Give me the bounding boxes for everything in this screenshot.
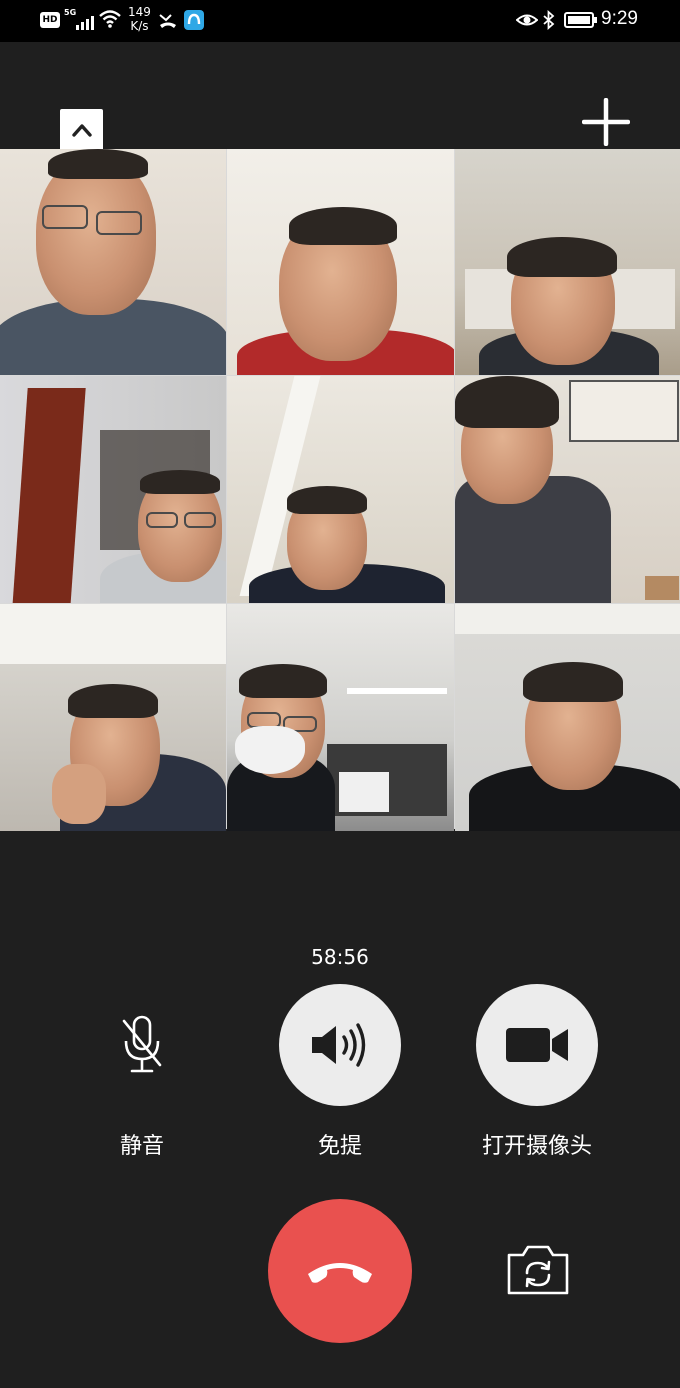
speaker-button[interactable]: 免提 (278, 984, 402, 1160)
participant-video-5[interactable] (227, 376, 454, 603)
net-speed: 149 K/s (128, 5, 151, 33)
participant-video-1[interactable] (0, 149, 226, 375)
signal-icon: 5G (64, 8, 98, 32)
video-grid (0, 149, 680, 831)
status-bar: HD 5G 149 K/s 9:29 (0, 0, 680, 42)
mute-button-icon-area[interactable] (81, 984, 203, 1106)
hangup-icon (308, 1263, 372, 1283)
participant-video-8[interactable] (227, 604, 454, 831)
camera-button[interactable]: 打开摄像头 (475, 984, 599, 1160)
speaker-label: 免提 (317, 1134, 362, 1159)
camera-flip-icon (507, 1245, 569, 1295)
participant-video-9[interactable] (455, 604, 680, 831)
camera-button-circle[interactable] (476, 984, 598, 1106)
network-type: 5G (64, 8, 77, 17)
clock: 9:29 (601, 8, 638, 29)
microphone-off-icon (122, 1015, 162, 1073)
missed-call-icon (158, 11, 178, 33)
app-icon (184, 10, 204, 30)
battery-icon (564, 12, 597, 28)
collapse-button[interactable] (60, 109, 103, 151)
participant-video-4[interactable] (0, 376, 226, 603)
plus-icon (581, 97, 631, 147)
participant-video-3[interactable] (455, 149, 680, 375)
wifi-icon (98, 9, 122, 33)
speaker-button-circle[interactable] (279, 984, 401, 1106)
camera-label: 打开摄像头 (481, 1134, 592, 1159)
bluetooth-icon (542, 9, 556, 34)
hangup-button[interactable] (268, 1199, 412, 1343)
mute-label: 静音 (119, 1134, 164, 1159)
call-duration: 58:56 (311, 945, 369, 969)
hd-icon: HD (40, 12, 60, 28)
eye-icon (515, 11, 539, 33)
video-camera-icon (506, 1028, 568, 1062)
switch-camera-button[interactable] (505, 1243, 571, 1297)
speaker-icon (312, 1023, 366, 1067)
participant-video-2[interactable] (227, 149, 454, 375)
add-participant-button[interactable] (581, 97, 631, 147)
participant-video-7[interactable] (0, 604, 226, 831)
participant-video-6[interactable] (455, 376, 680, 603)
mute-button[interactable]: 静音 (80, 984, 204, 1160)
chevron-up-icon (72, 124, 92, 137)
